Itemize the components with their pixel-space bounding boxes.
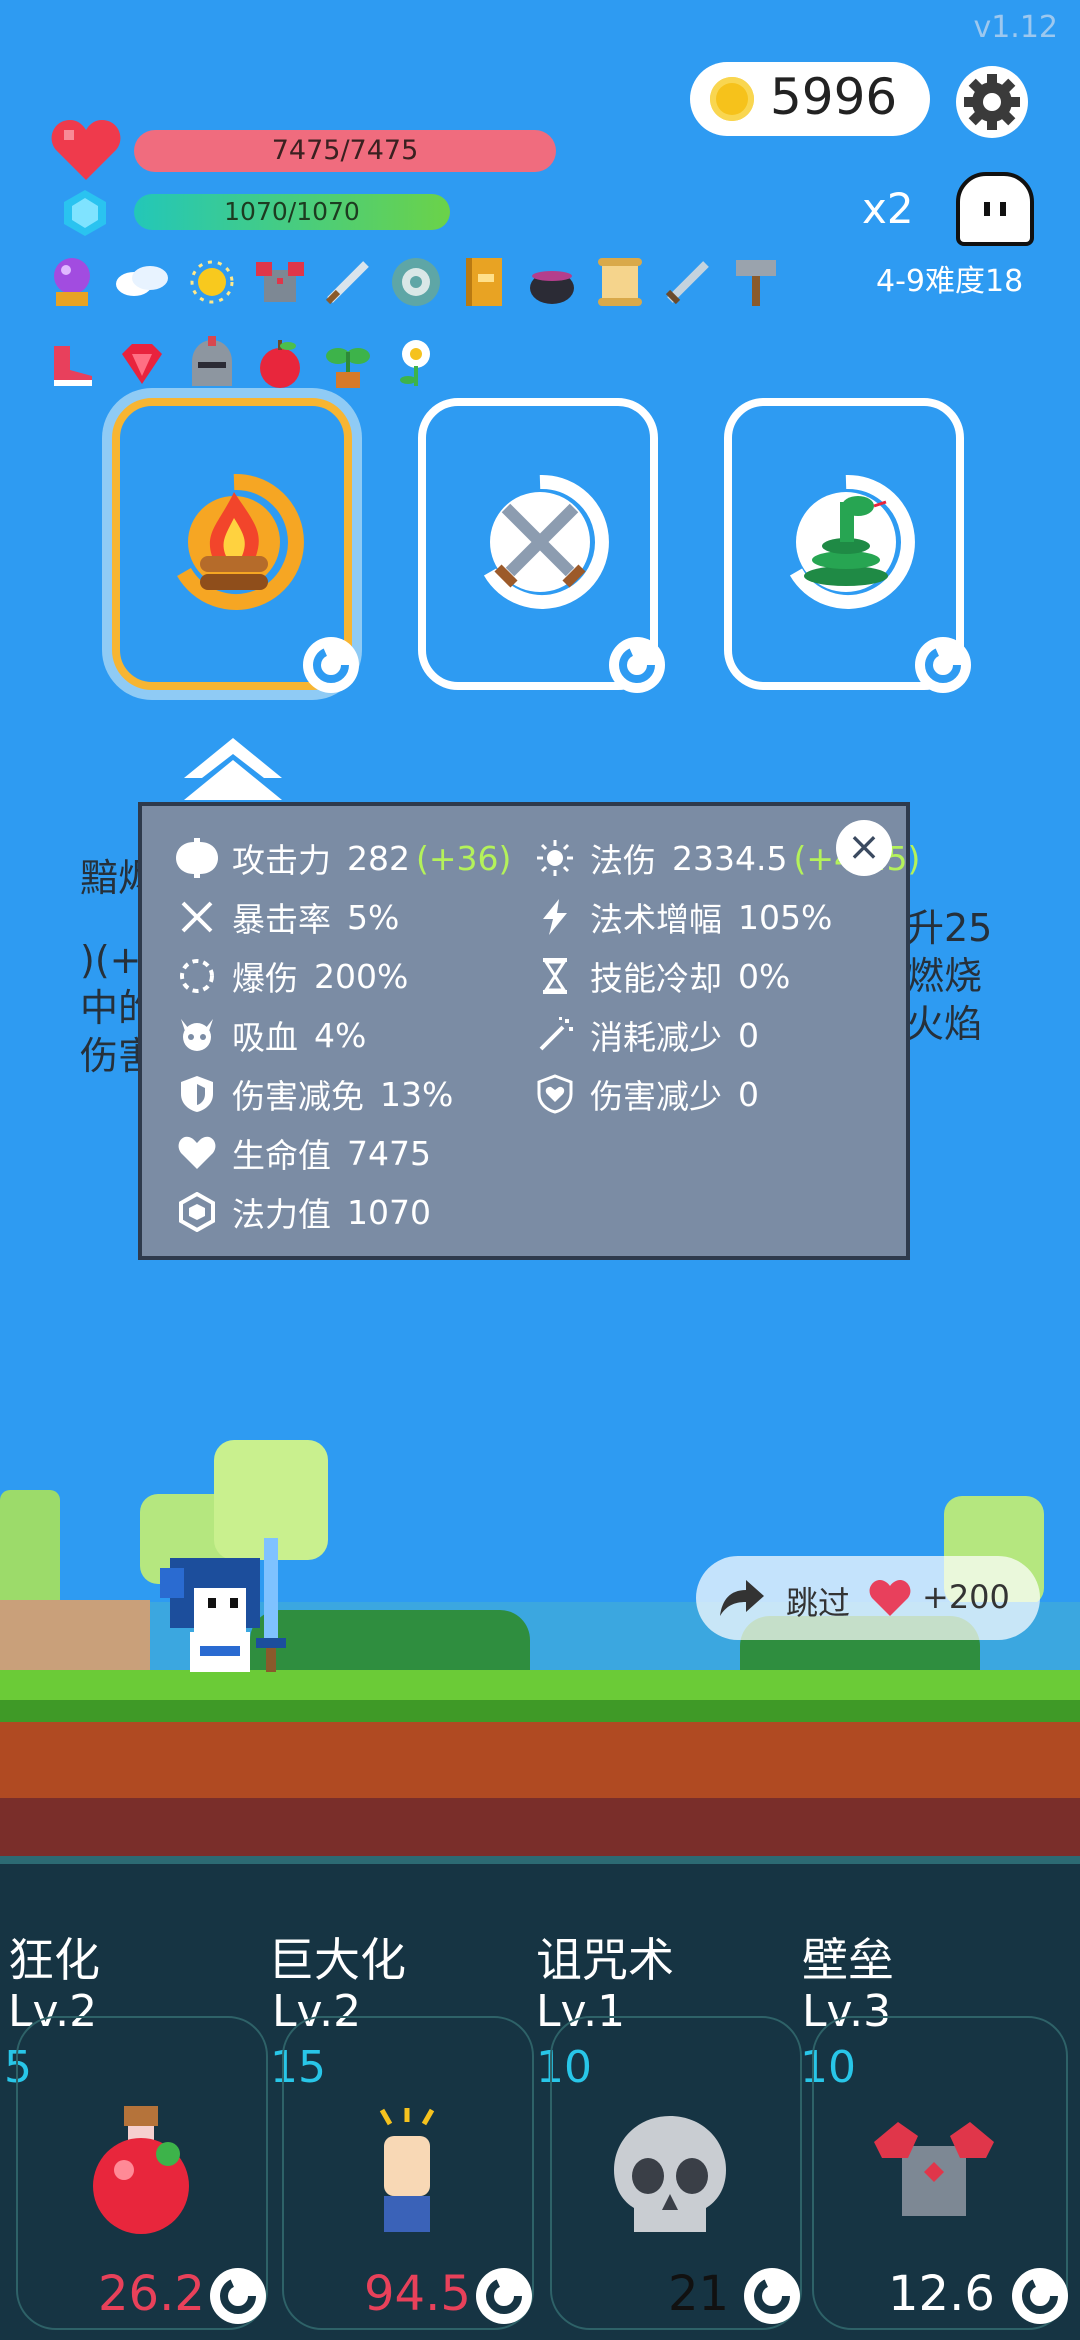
- skill-value: 26.2: [98, 2266, 205, 2322]
- skill-name: 狂化: [8, 1933, 100, 1987]
- choice-card-snake[interactable]: [724, 398, 971, 693]
- relic-row-1: [44, 254, 804, 314]
- skull-icon: [614, 2116, 726, 2232]
- ruby-icon[interactable]: [114, 336, 170, 392]
- speed-multiplier[interactable]: x2: [862, 184, 914, 233]
- apple-icon[interactable]: [252, 336, 308, 392]
- skip-label: 跳过: [786, 1584, 851, 1622]
- skill-value: 21: [668, 2266, 730, 2322]
- skill-slot-1[interactable]: 狂化 Lv.2 5 26.2: [0, 1856, 270, 2340]
- cauldron-icon[interactable]: [524, 254, 580, 310]
- sword-icon[interactable]: [320, 254, 376, 310]
- boots-icon[interactable]: [44, 336, 100, 392]
- sun-orb-icon[interactable]: [184, 254, 240, 310]
- skip-reward: +200: [922, 1578, 1010, 1616]
- crit-icon: [174, 897, 220, 937]
- burst-icon: [174, 956, 220, 996]
- snake-icon: [789, 474, 915, 609]
- skill-upgrade-icon[interactable]: [206, 2264, 270, 2328]
- close-button[interactable]: ×: [836, 820, 892, 876]
- heart-icon: [174, 1133, 220, 1173]
- ghost-icon[interactable]: [956, 172, 1034, 246]
- coin-icon: [710, 77, 754, 121]
- shield-icon: [174, 1074, 220, 1114]
- stat-damage-decrease: 伤害减少 0: [532, 1074, 920, 1116]
- skill-value: 94.5: [364, 2266, 471, 2322]
- stats-panel: 攻击力 282 (+36) 暴击率 5% 爆伤 200% 吸血 4% 伤害减免 13% 生命…: [138, 802, 920, 1260]
- hp-bar: 7475/7475: [134, 130, 556, 172]
- scroll-icon[interactable]: [592, 254, 648, 310]
- skill-upgrade-icon[interactable]: [740, 2264, 804, 2328]
- skill-name: 壁垒: [802, 1933, 894, 1987]
- wings-icon[interactable]: [114, 254, 170, 310]
- stat-damage-reduction: 伤害减免 13%: [174, 1074, 511, 1116]
- heart-icon: [869, 1580, 911, 1616]
- sword2-icon[interactable]: [660, 254, 716, 310]
- hand-icon: [379, 2108, 435, 2232]
- relic-row-2: [44, 336, 484, 396]
- skill-slot-4[interactable]: 壁垒 Lv.3 10 12.6: [800, 1856, 1080, 2340]
- mana-gem-icon: [64, 190, 106, 236]
- reroll-icon[interactable]: [606, 634, 668, 696]
- skill-slot-3[interactable]: 诅咒术 Lv.1 10 21: [534, 1856, 804, 2340]
- red-potion-icon: [93, 2106, 189, 2234]
- skip-button[interactable]: 跳过 +200: [696, 1556, 1040, 1640]
- crystal-icon: [174, 1192, 220, 1232]
- crossed-swords-icon: [483, 474, 609, 609]
- stat-mp: 法力值 1070: [174, 1192, 511, 1234]
- chevron-up-icon: [184, 738, 282, 800]
- coin-amount: 5996: [770, 68, 898, 126]
- skull-horn-icon: [174, 1015, 220, 1055]
- wand-icon: [532, 1015, 578, 1055]
- share-arrow-icon: [720, 1580, 764, 1616]
- plant-icon[interactable]: [320, 336, 376, 392]
- armor-icon[interactable]: [252, 254, 308, 310]
- book-icon[interactable]: [456, 254, 512, 310]
- stats-left-column: 攻击力 282 (+36) 暴击率 5% 爆伤 200% 吸血 4% 伤害减免 13% 生命…: [174, 838, 511, 1234]
- mp-bar: 1070/1070: [134, 194, 450, 230]
- crystal-ball-icon[interactable]: [44, 254, 100, 310]
- settings-gear-icon[interactable]: [956, 66, 1028, 138]
- choice-card-swords[interactable]: [418, 398, 665, 693]
- choice-card-campfire[interactable]: [112, 398, 359, 693]
- skill-bar: 狂化 Lv.2 5 26.2 巨大化 Lv.2 15 94.5 诅咒术 Lv.1…: [0, 1856, 1080, 2340]
- coin-counter: 5996: [690, 62, 930, 136]
- hammer-icon[interactable]: [728, 254, 784, 310]
- stat-attack: 攻击力 282 (+36): [174, 838, 511, 880]
- shield-round-icon[interactable]: [388, 254, 444, 310]
- hero-character: [160, 1538, 286, 1672]
- flower-icon[interactable]: [388, 336, 444, 392]
- heart-shield-icon: [532, 1074, 578, 1114]
- sun-icon: [532, 838, 578, 878]
- skill-name: 巨大化: [268, 1933, 406, 1987]
- skill-upgrade-icon[interactable]: [1008, 2264, 1072, 2328]
- skill-upgrade-icon[interactable]: [472, 2264, 536, 2328]
- reroll-icon[interactable]: [300, 634, 362, 696]
- stat-crit-damage: 爆伤 200%: [174, 956, 511, 998]
- skill-name: 诅咒术: [536, 1933, 674, 1987]
- stat-cost-reduction: 消耗减少 0: [532, 1015, 920, 1057]
- stat-spell-amplify: 法术增幅 105%: [532, 897, 920, 939]
- hourglass-icon: [532, 956, 578, 996]
- version-label: v1.12: [973, 10, 1058, 45]
- stat-lifesteal: 吸血 4%: [174, 1015, 511, 1057]
- health-heart-icon: [51, 120, 121, 180]
- stage-difficulty: 4-9难度18: [876, 264, 1024, 299]
- stat-hp: 生命值 7475: [174, 1133, 511, 1175]
- campfire-icon: [177, 473, 304, 610]
- lightning-icon: [532, 897, 578, 937]
- stat-crit-rate: 暴击率 5%: [174, 897, 511, 939]
- helmet-icon[interactable]: [184, 336, 240, 392]
- stat-cooldown: 技能冷却 0%: [532, 956, 920, 998]
- skill-slot-2[interactable]: 巨大化 Lv.2 15 94.5: [266, 1856, 536, 2340]
- skill-value: 12.6: [888, 2266, 995, 2322]
- stats-right-column: 法伤2334.5(+47.5) 法术增幅105% 技能冷却0% 消耗减少0 伤害…: [532, 838, 920, 1116]
- reroll-icon[interactable]: [912, 634, 974, 696]
- axe-icon: [174, 838, 220, 878]
- armor-icon: [874, 2122, 994, 2216]
